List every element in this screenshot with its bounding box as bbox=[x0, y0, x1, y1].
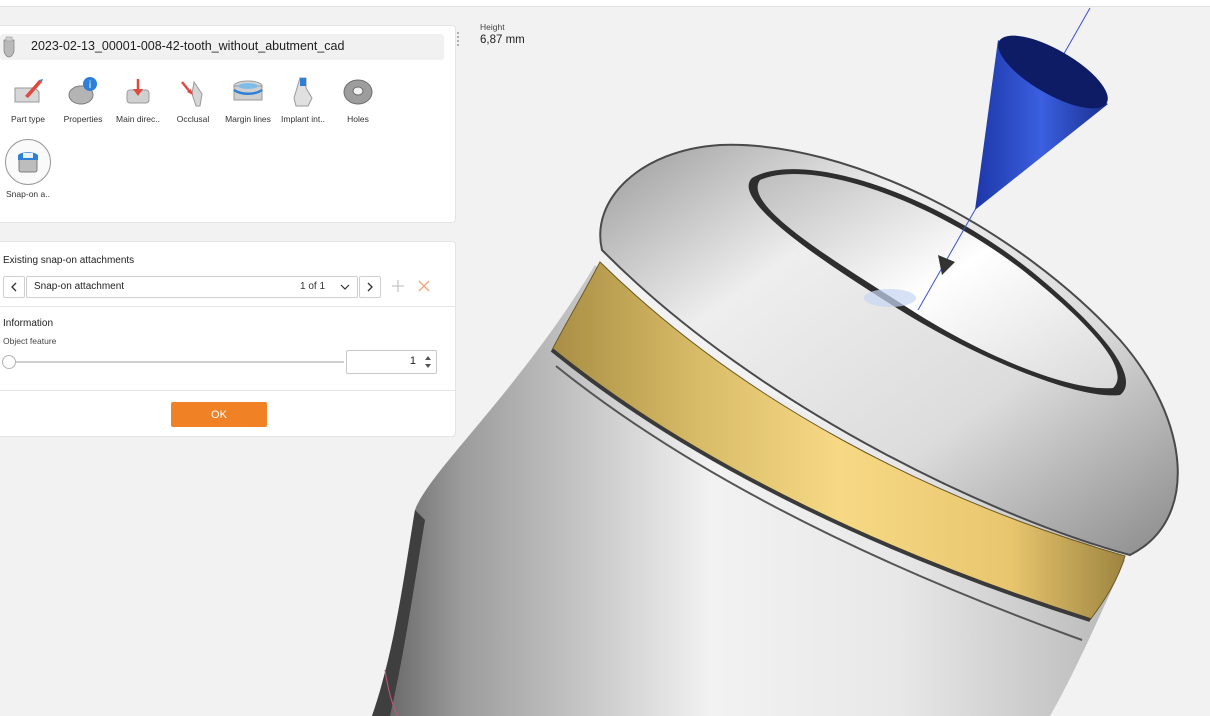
tool-label-holes: Holes bbox=[347, 114, 369, 124]
part-type-icon bbox=[14, 79, 43, 103]
inner-highlight bbox=[864, 289, 916, 307]
delete-attachment-icon[interactable] bbox=[416, 278, 432, 294]
holes-icon bbox=[343, 79, 373, 105]
attachment-select[interactable]: Snap-on attachment 1 of 1 bbox=[26, 276, 358, 298]
object-feature-value: 1 bbox=[409, 355, 416, 367]
tool-snap-on-attachment[interactable]: Snap-on a.. bbox=[0, 139, 56, 199]
next-attachment-button[interactable] bbox=[359, 276, 381, 298]
tool-margin-lines[interactable]: Margin lines bbox=[220, 76, 276, 124]
tool-label-margin-lines: Margin lines bbox=[225, 114, 271, 124]
implant-interface-icon bbox=[293, 77, 313, 107]
tool-label-part-type: Part type bbox=[10, 114, 46, 124]
part-panel: 2023-02-13_00001-008-42-tooth_without_ab… bbox=[0, 25, 456, 223]
ok-button[interactable]: OK bbox=[171, 402, 267, 427]
previous-attachment-button[interactable] bbox=[3, 276, 25, 298]
abutment-part-icon bbox=[3, 36, 15, 58]
tool-implant-interface[interactable]: Implant int.. bbox=[275, 76, 331, 124]
measurement-value: 6,87 mm bbox=[480, 34, 525, 46]
tool-label-snap-on-attachment: Snap-on a.. bbox=[6, 189, 50, 199]
properties-icon: i bbox=[68, 77, 97, 105]
main-direction-icon bbox=[126, 79, 150, 104]
measurement-label: Height bbox=[480, 22, 505, 32]
attachment-count: 1 of 1 bbox=[300, 281, 326, 292]
occlusal-icon bbox=[181, 80, 203, 107]
section-divider bbox=[0, 306, 455, 307]
chevron-down-icon bbox=[340, 284, 350, 290]
part-title-row: 2023-02-13_00001-008-42-tooth_without_ab… bbox=[0, 34, 444, 60]
snap-on-attachment-panel: Existing snap-on attachments Snap-on att… bbox=[0, 241, 456, 437]
chevron-left-icon bbox=[11, 282, 17, 292]
attachment-select-value: Snap-on attachment bbox=[34, 281, 125, 292]
margin-lines-icon bbox=[233, 80, 263, 101]
footer-divider bbox=[0, 390, 455, 391]
information-title: Information bbox=[3, 318, 54, 329]
snap-on-attachment-icon bbox=[18, 152, 38, 173]
tool-occlusal[interactable]: Occlusal bbox=[165, 76, 221, 124]
object-feature-slider-thumb[interactable] bbox=[2, 355, 16, 369]
tool-holes[interactable]: Holes bbox=[330, 76, 386, 124]
panel-drag-handle[interactable] bbox=[456, 31, 460, 47]
add-attachment-icon[interactable] bbox=[390, 278, 406, 294]
tool-part-type[interactable]: Part type bbox=[0, 76, 56, 124]
object-feature-slider-track[interactable] bbox=[8, 361, 344, 363]
chevron-right-icon bbox=[367, 282, 373, 292]
part-title: 2023-02-13_00001-008-42-tooth_without_ab… bbox=[31, 39, 345, 53]
tool-active-ring bbox=[5, 139, 51, 185]
spin-arrows-icon[interactable] bbox=[423, 353, 433, 371]
tool-label-properties: Properties bbox=[63, 114, 103, 124]
object-feature-spinbox[interactable]: 1 bbox=[346, 350, 437, 374]
tool-label-main-direction: Main direc.. bbox=[116, 114, 160, 124]
tool-main-direction[interactable]: Main direc.. bbox=[110, 76, 166, 124]
existing-attachments-title: Existing snap-on attachments bbox=[3, 255, 135, 266]
tool-properties[interactable]: i Properties bbox=[55, 76, 111, 124]
object-feature-label: Object feature bbox=[3, 336, 57, 346]
tool-label-occlusal: Occlusal bbox=[176, 114, 210, 124]
svg-text:i: i bbox=[89, 80, 92, 91]
tool-label-implant-interface: Implant int.. bbox=[281, 114, 325, 124]
